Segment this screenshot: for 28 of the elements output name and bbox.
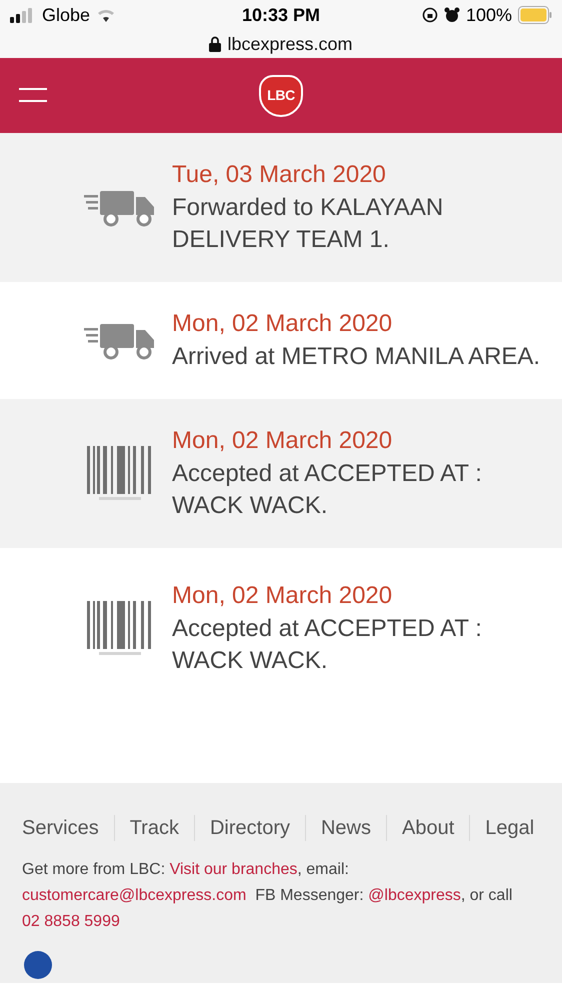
footer-link[interactable]: Legal bbox=[485, 813, 534, 843]
footer-link[interactable]: About bbox=[402, 813, 454, 843]
wifi-icon bbox=[96, 7, 116, 23]
carrier-name: Globe bbox=[42, 4, 90, 26]
event-date: Mon, 02 March 2020 bbox=[172, 426, 394, 456]
contact-text: Get more from LBC: Visit our branches, email: customercare@lbcexpress.com FB Messenger: @lbcexpress, or call 02 8858 5999 bbox=[22, 860, 514, 932]
event-description: Arrived at METRO MANILA AREA. bbox=[172, 342, 540, 372]
footer-link[interactable]: News bbox=[320, 813, 371, 843]
branches-link[interactable]: Visit our branches bbox=[170, 861, 298, 878]
event-description: Accepted at ACCEPTED AT : WACK WACK. bbox=[172, 459, 483, 521]
footer-link[interactable]: Track bbox=[130, 813, 179, 843]
event-date: Tue, 03 March 2020 bbox=[172, 160, 387, 190]
battery-percent: 100% bbox=[466, 4, 512, 26]
footer-link[interactable]: Directory bbox=[210, 813, 290, 843]
event-description: Forwarded to KALAYAAN DELIVERY TEAM 1. bbox=[172, 193, 444, 255]
lock-icon bbox=[209, 36, 222, 52]
event-date: Mon, 02 March 2020 bbox=[172, 309, 394, 339]
event-date: Mon, 02 March 2020 bbox=[172, 581, 394, 611]
messenger-link[interactable]: @lbcexpress bbox=[368, 887, 461, 904]
battery-icon bbox=[518, 6, 552, 24]
event-description: Accepted at ACCEPTED AT : WACK WACK. bbox=[172, 614, 483, 676]
rotation-lock-icon bbox=[422, 7, 438, 23]
footer-link[interactable]: Services bbox=[22, 813, 99, 843]
clock-time: 10:33 PM bbox=[242, 4, 320, 24]
email-link[interactable]: customercare@lbcexpress.com bbox=[22, 887, 246, 904]
phone-link[interactable]: 02 8858 5999 bbox=[22, 913, 120, 930]
menu-icon[interactable] bbox=[19, 87, 47, 103]
lbc-logo[interactable]: LBC bbox=[259, 74, 303, 116]
